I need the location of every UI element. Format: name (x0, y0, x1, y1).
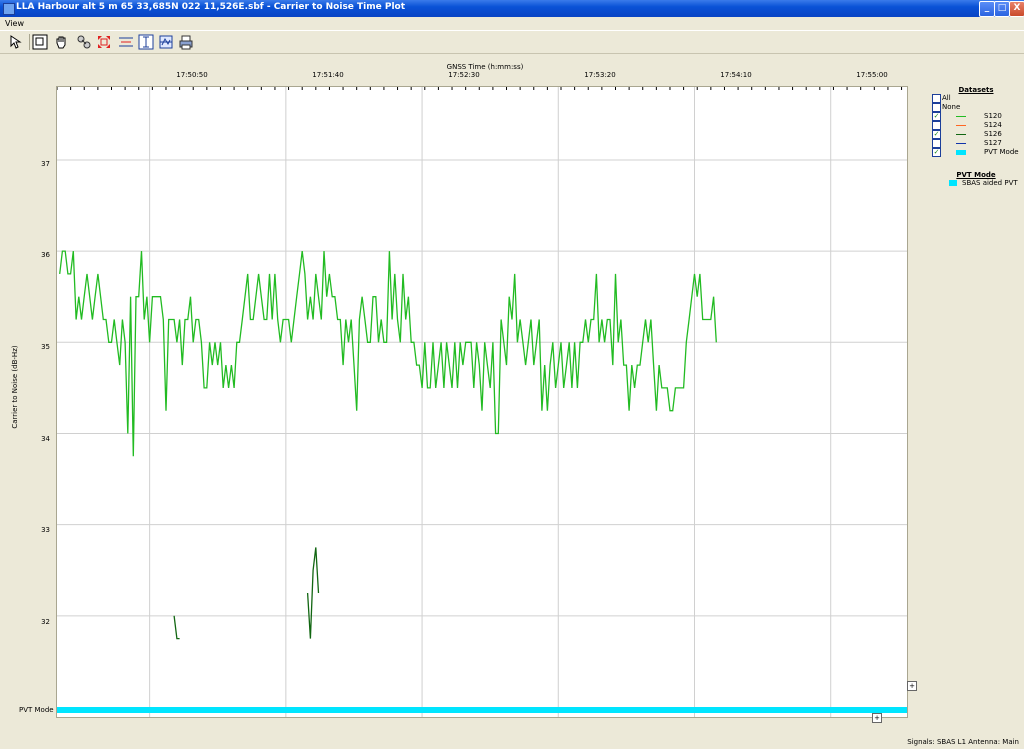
legend-none-row[interactable]: None (930, 103, 1022, 112)
x-tick-label: 17:55:00 (856, 71, 888, 79)
pvt-mode-legend-title: PVT Mode (956, 171, 996, 179)
legend-swatch (956, 125, 966, 126)
horizontal-scroll-plus-icon[interactable]: + (872, 713, 882, 723)
select-tool-icon[interactable] (8, 34, 24, 50)
x-tick-label: 17:50:50 (176, 71, 208, 79)
checkbox-icon[interactable]: ✓ (932, 130, 941, 139)
legend-items: ✓ S120 S124 ✓ S126 S127 ✓ PVT Mode (930, 112, 1022, 157)
close-button[interactable]: X (1009, 1, 1024, 17)
status-text: Signals: SBAS L1 Antenna: Main (907, 738, 1019, 746)
checkbox-icon[interactable]: ✓ (932, 112, 941, 121)
pvt-mode-band (57, 707, 907, 713)
y-tick-label: 33 (41, 526, 50, 534)
pvt-mode-value: SBAS aided PVT (962, 179, 1018, 187)
legend-item-s126[interactable]: ✓ S126 (930, 130, 1022, 139)
pvt-mode-row-label: PVT Mode (19, 706, 54, 714)
checkbox-icon[interactable]: ✓ (932, 148, 941, 157)
x-tick-label: 17:54:10 (720, 71, 752, 79)
legend-none-label: None (942, 103, 961, 111)
legend-all-row[interactable]: All (930, 94, 1022, 103)
maximize-button[interactable]: □ (994, 1, 1010, 17)
legend-label: S126 (984, 130, 1002, 138)
checkbox-all[interactable] (932, 94, 941, 103)
app-icon (3, 3, 15, 15)
zoom-fit-icon[interactable] (96, 34, 112, 50)
title-bar: LLA Harbour alt 5 m 65 33,685N 022 11,52… (0, 0, 1024, 17)
x-tick-label: 17:52:30 (448, 71, 480, 79)
status-bar: Signals: SBAS L1 Antenna: Main (0, 735, 1024, 749)
legend-item-s124[interactable]: S124 (930, 121, 1022, 130)
legend-item-s127[interactable]: S127 (930, 139, 1022, 148)
vertical-fit-icon[interactable] (138, 34, 154, 50)
y-tick-label: 35 (41, 343, 50, 351)
series-line-s120 (59, 250, 717, 457)
checkbox-none[interactable] (932, 103, 941, 112)
pan-hand-icon[interactable] (53, 34, 69, 50)
legend-item-pvt-mode[interactable]: ✓ PVT Mode (930, 148, 1022, 157)
toolbar-separator (29, 34, 30, 50)
zoom-box-icon[interactable] (32, 34, 48, 50)
x-tick-label: 17:51:40 (312, 71, 344, 79)
legend-all-label: All (942, 94, 951, 102)
y-tick-label: 32 (41, 618, 50, 626)
split-view-icon[interactable] (158, 34, 174, 50)
legend-label: S124 (984, 121, 1002, 129)
measure-icon[interactable] (76, 34, 92, 50)
window-title: LLA Harbour alt 5 m 65 33,685N 022 11,52… (16, 2, 406, 12)
legend-label: S127 (984, 139, 1002, 147)
legend-title: Datasets (958, 86, 994, 94)
x-tick-label: 17:53:20 (584, 71, 616, 79)
series-line-s126 (306, 547, 320, 639)
legend-swatch (956, 150, 966, 155)
print-icon[interactable] (178, 34, 194, 50)
checkbox-icon[interactable] (932, 121, 941, 130)
minimize-button[interactable]: _ (979, 1, 995, 17)
menu-view[interactable]: View (5, 19, 24, 28)
legend-swatch (956, 143, 966, 144)
pvt-mode-swatch (949, 180, 957, 186)
cn0-chart (57, 87, 907, 717)
legend-swatch (956, 134, 966, 135)
legend-swatch (956, 116, 966, 117)
plot-area[interactable]: + + (56, 86, 917, 723)
y-axis-title: Carrier to Noise (dB-Hz) (11, 345, 19, 429)
x-axis-title: GNSS Time (h:mm:ss) (446, 63, 524, 71)
datasets-legend: Datasets All None ✓ S120 S124 ✓ S126 S127 ✓ PVT… (930, 86, 1022, 157)
vertical-scroll-plus-icon[interactable]: + (907, 681, 917, 691)
y-tick-label: 34 (41, 435, 50, 443)
checkbox-icon[interactable] (932, 139, 941, 148)
y-tick-label: 37 (41, 160, 50, 168)
legend-label: S120 (984, 112, 1002, 120)
horizontal-fit-icon[interactable] (118, 34, 134, 50)
legend-label: PVT Mode (984, 148, 1019, 156)
series-line-s126 (173, 615, 180, 640)
legend-item-s120[interactable]: ✓ S120 (930, 112, 1022, 121)
y-tick-label: 36 (41, 251, 50, 259)
toolbar (0, 30, 1024, 54)
menu-bar: View (0, 17, 1024, 30)
